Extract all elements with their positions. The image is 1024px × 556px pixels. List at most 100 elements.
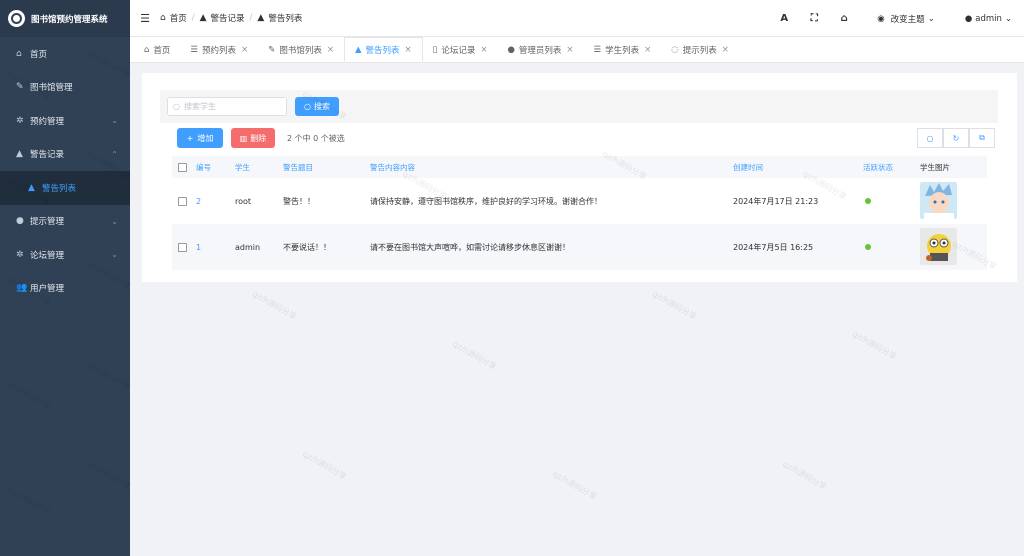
student-photo [920,181,957,219]
theme-switcher[interactable]: ◉ 改变主题 ⌄ [877,13,935,25]
plus-icon: + [186,133,194,143]
fullscreen-icon[interactable]: ⛶ [799,13,829,24]
users-icon: 👥 [16,283,28,294]
breadcrumb-home[interactable]: 首页 [170,12,187,24]
chevron-down-icon: ⌄ [927,13,935,24]
chat-icon: ● [16,216,24,227]
row-title: 不要说话！！ [283,242,331,252]
user-icon: ● [964,13,973,24]
search-input[interactable]: ○ 搜索学生 [167,97,287,116]
search-icon: ○ [304,102,311,111]
close-icon[interactable]: × [722,45,729,55]
bookmark-icon: ▯ [432,44,438,55]
top-bar: ☰ ⌂ 首页 / ▲ 警告记录 / ▲ 警告列表 A ⛶ ⌂ ◉ 改变主题 ⌄ … [130,0,1024,37]
close-icon[interactable]: × [405,45,412,55]
close-icon[interactable]: × [566,45,573,55]
chevron-down-icon: ⌄ [111,216,118,226]
tab-library-list[interactable]: ✎ 图书馆列表 × [258,37,344,62]
sidebar-item-warning-list[interactable]: ▲ 警告列表 [0,171,130,205]
user-label: admin [975,13,1002,24]
edit-icon: ✎ [268,44,276,55]
student-photo [920,227,957,265]
tab-reservation-list[interactable]: ☰ 预约列表 × [180,37,258,62]
hamburger-icon[interactable]: ☰ [130,12,160,25]
warning-icon: ▲ [257,13,265,23]
edit-icon: ✎ [16,82,24,93]
close-icon[interactable]: × [241,45,248,55]
sidebar-item-label: 预约管理 [30,116,65,127]
home-icon: ⌂ [16,48,22,59]
tab-admin-list[interactable]: ● 管理员列表 × [497,37,583,62]
header-title[interactable]: 警告题目 [283,162,370,173]
row-checkbox[interactable] [178,196,187,206]
tab-label: 论坛记录 [441,45,476,56]
sidebar-item-label: 警告记录 [30,150,65,161]
refresh-icon[interactable]: ↻ [943,128,969,148]
tab-warning-list[interactable]: ▲ 警告列表 × [343,37,423,62]
sidebar-item-users[interactable]: 👥 用户管理 [0,272,130,306]
tab-forum-records[interactable]: ▯ 论坛记录 × [423,37,498,62]
table-header: 编号 学生 警告题目 警告内容内容 创建时间 活跃状态 学生图片 [172,156,987,178]
row-checkbox[interactable] [178,242,187,252]
header-content[interactable]: 警告内容内容 [370,162,733,173]
table-row[interactable]: 1 admin 不要说话！！ 请不要在图书馆大声喧哗，如需讨论请移步休息区谢谢！… [172,224,987,270]
table-row[interactable]: 2 root 警告！！ 请保持安静，遵守图书馆秩序，维护良好的学习环境。谢谢合作… [172,178,987,224]
font-size-icon[interactable]: A [769,13,799,24]
sidebar: 图书馆预约管理系统 ⌂ 首页 ✎ 图书馆管理 ✲ 预约管理 ⌄ ▲ 警告记录 ⌃… [0,0,130,556]
header-photo: 学生图片 [920,162,950,172]
theme-label: 改变主题 [890,14,925,25]
active-status-icon [865,198,871,204]
sidebar-item-label: 图书馆管理 [30,83,73,94]
chevron-down-icon: ⌄ [111,116,118,126]
trash-icon: ▥ [239,133,248,143]
search-toggle-icon[interactable]: ○ [917,128,943,148]
sidebar-item-notices[interactable]: ● 提示管理 ⌄ [0,205,130,239]
user-menu[interactable]: ● admin ⌄ [965,14,1012,24]
sidebar-item-warnings[interactable]: ▲ 警告记录 ⌃ [0,138,130,172]
home-icon: ⌂ [160,13,166,23]
brand: 图书馆预约管理系统 [0,0,130,37]
header-status[interactable]: 活跃状态 [863,162,920,173]
tab-label: 提示列表 [682,45,717,56]
header-id[interactable]: 编号 [196,162,235,173]
header-created[interactable]: 创建时间 [733,162,863,173]
select-all-checkbox[interactable] [178,162,187,172]
row-title: 警告！！ [283,196,315,206]
sidebar-item-reservations[interactable]: ✲ 预约管理 ⌄ [0,104,130,138]
table-tools: ○ ↻ ⧉ [917,128,995,148]
home-icon[interactable]: ⌂ [829,13,859,24]
tab-label: 管理员列表 [518,45,562,56]
delete-button[interactable]: ▥ 删除 [231,128,275,148]
sidebar-item-library[interactable]: ✎ 图书馆管理 [0,71,130,105]
watermark: qz/h源码分享 [451,339,499,372]
sidebar-item-label: 提示管理 [30,217,65,228]
tab-student-list[interactable]: ☰ 学生列表 × [584,37,662,62]
warning-icon: ▲ [16,149,23,160]
search-button[interactable]: ○ 搜索 [295,97,339,116]
export-icon[interactable]: ⧉ [969,128,995,148]
tab-label: 预约列表 [202,45,237,56]
sidebar-item-forum[interactable]: ✲ 论坛管理 ⌄ [0,238,130,272]
header-student[interactable]: 学生 [235,162,283,173]
tab-notice-list[interactable]: ◌ 提示列表 × [661,37,739,62]
close-icon[interactable]: × [480,45,487,55]
add-button[interactable]: + 增加 [177,128,223,148]
close-icon[interactable]: × [644,45,651,55]
row-id[interactable]: 1 [196,243,235,252]
tab-home[interactable]: ⌂ 首页 [134,37,180,62]
row-created: 2024年7月17日 21:23 [733,196,819,206]
close-icon[interactable]: × [327,45,334,55]
breadcrumb-warnings[interactable]: 警告记录 [211,12,245,24]
row-content: 请保持安静，遵守图书馆秩序，维护良好的学习环境。谢谢合作！ [370,196,602,206]
tab-label: 图书馆列表 [279,45,322,56]
sidebar-item-label: 警告列表 [42,183,77,194]
row-created: 2024年7月5日 16:25 [733,242,814,252]
watermark: qz/h源码分享 [251,289,299,322]
row-id[interactable]: 2 [196,197,235,206]
sidebar-item-home[interactable]: ⌂ 首页 [0,37,130,71]
gear-icon: ✲ [16,249,24,260]
breadcrumb-separator: / [191,13,195,23]
row-student: admin [235,242,261,252]
tab-label: 首页 [153,45,171,56]
content-panel: ○ 搜索学生 ○ 搜索 + 增加 ▥ 删除 2 个中 0 个被选 ○ ↻ ⧉ 编… [142,73,1017,282]
